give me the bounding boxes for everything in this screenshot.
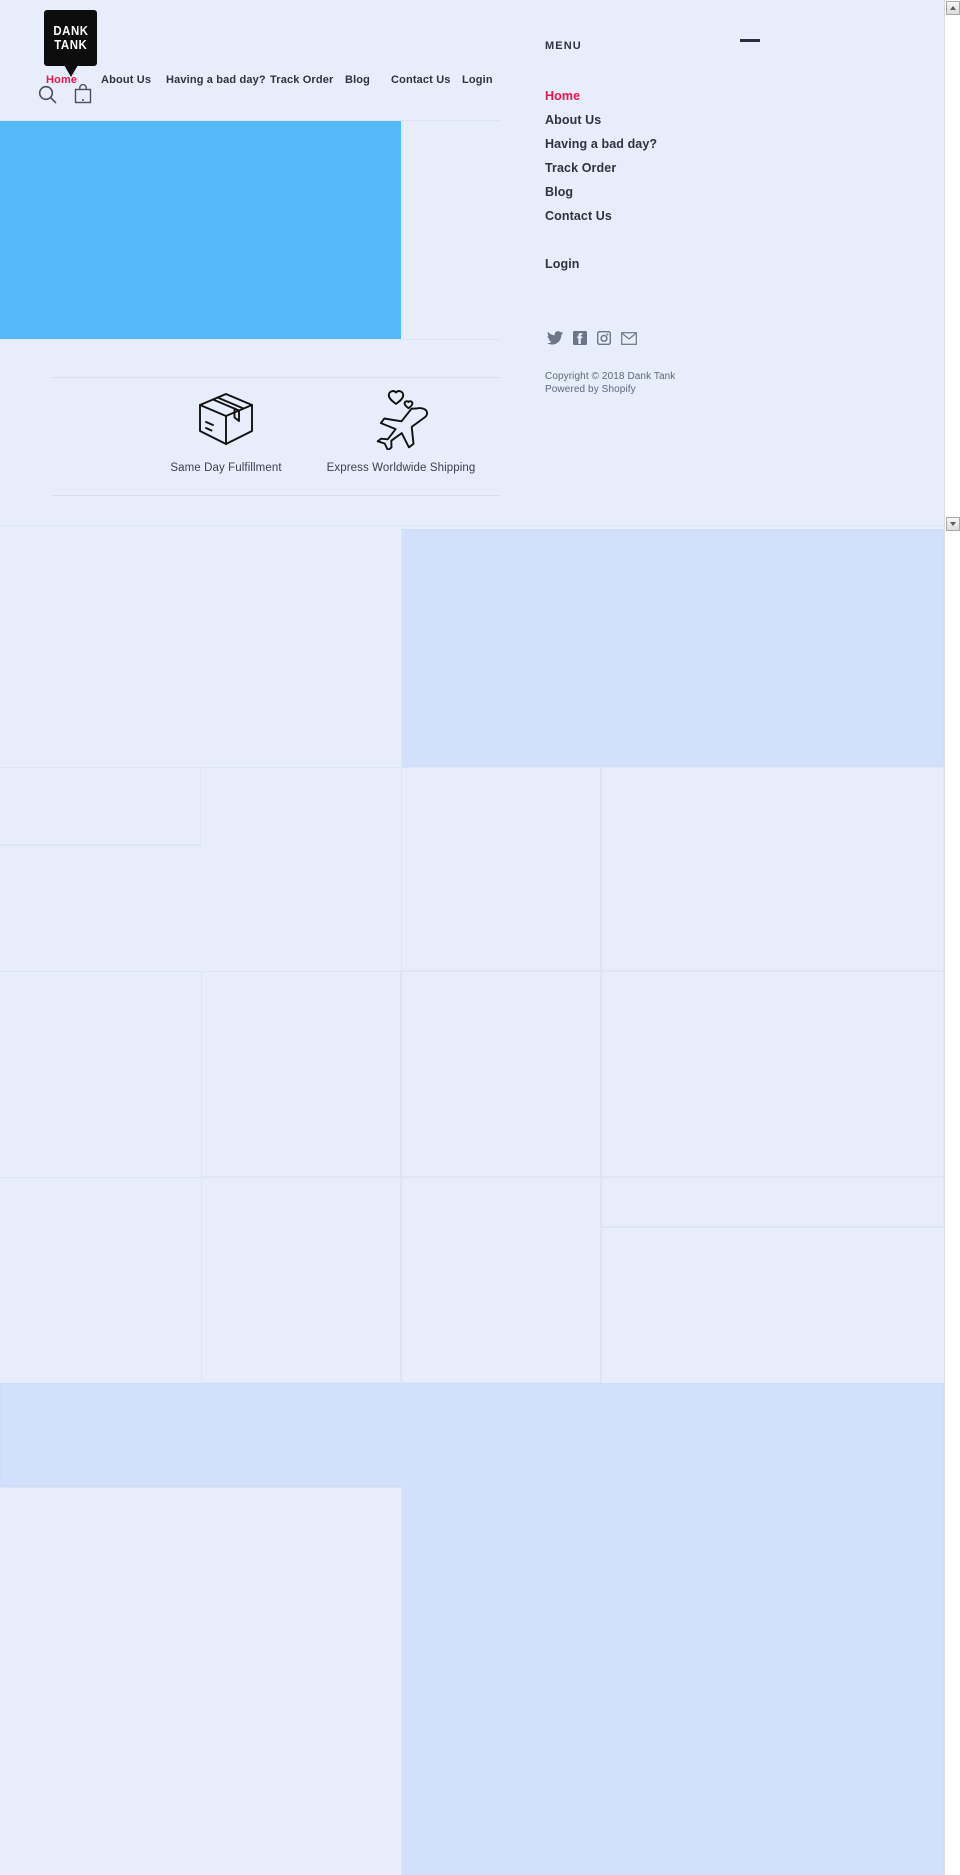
grid-line-v-3: [601, 767, 602, 1383]
placeholder-block-blue-upper-right: [401, 529, 944, 767]
menu-item-home[interactable]: Home: [545, 84, 785, 108]
placeholder-tile-f: [601, 971, 944, 1177]
grid-line-v-2: [401, 525, 402, 1875]
topnav-item-blog[interactable]: Blog: [345, 74, 370, 86]
page-root: DANK TANK Home About Us Having a bad day? T…: [0, 0, 960, 1875]
grid-line-h-8: [0, 1487, 401, 1488]
menu-panel-navigation: Home About Us Having a bad day? Track Order…: [545, 84, 785, 276]
vertical-scrollbar[interactable]: [944, 0, 960, 1875]
placeholder-tile-d: [201, 971, 401, 1177]
email-icon[interactable]: [621, 331, 637, 350]
placeholder-block-blue-lower-right: [401, 1383, 944, 1875]
shopping-bag-icon[interactable]: [74, 83, 92, 109]
grid-line-v-1: [201, 971, 202, 1383]
topnav-item-having-a-bad-day[interactable]: Having a bad day?: [166, 74, 266, 86]
placeholder-block-bottom-left: [0, 1487, 401, 1875]
menu-item-contact-us[interactable]: Contact Us: [545, 204, 785, 228]
placeholder-tile-e: [401, 971, 601, 1177]
menu-item-track-order[interactable]: Track Order: [545, 156, 785, 180]
topnav-item-about-us[interactable]: About Us: [101, 74, 151, 86]
logo-line-1: DANK: [52, 23, 89, 39]
grid-line-h-1: [0, 525, 944, 526]
grid-line-h-6: [601, 1227, 944, 1228]
grid-line-h-3: [0, 845, 201, 846]
browser-viewport: DANK TANK Home About Us Having a bad day? T…: [0, 0, 944, 1875]
menu-item-blog[interactable]: Blog: [545, 180, 785, 204]
site-logo[interactable]: DANK TANK: [44, 10, 97, 77]
menu-item-about-us[interactable]: About Us: [545, 108, 785, 132]
social-links: [547, 330, 637, 350]
hero-banner-image[interactable]: [0, 121, 401, 339]
logo-line-2: TANK: [53, 37, 88, 52]
menu-heading: MENU: [545, 40, 582, 52]
powered-by-text: Powered by Shopify: [545, 384, 636, 395]
topnav-item-contact-us[interactable]: Contact Us: [391, 74, 451, 86]
topnav-item-track-order[interactable]: Track Order: [270, 74, 333, 86]
placeholder-tile-i: [601, 1177, 944, 1227]
instagram-icon[interactable]: [596, 330, 612, 350]
placeholder-tile-a: [0, 767, 201, 845]
placeholder-tile-b: [401, 767, 601, 971]
menu-item-having-a-bad-day[interactable]: Having a bad day?: [545, 132, 785, 156]
facebook-icon[interactable]: [573, 331, 587, 350]
search-icon[interactable]: [38, 85, 57, 109]
menu-item-login[interactable]: Login: [545, 252, 785, 276]
footer-copyright: Copyright © 2018 Dank Tank Powered by Sh…: [545, 370, 795, 396]
placeholder-tile-c: [601, 767, 944, 971]
placeholder-tile-g: [201, 1177, 401, 1383]
scroll-up-arrow-icon[interactable]: [946, 1, 960, 15]
placeholder-block-blue-lower-left: [0, 1383, 401, 1487]
scroll-down-arrow-icon[interactable]: [946, 517, 960, 531]
mobile-menu-panel: MENU Home About Us Having a bad day? Track …: [501, 0, 803, 525]
header-icon-row: [38, 83, 92, 109]
scrollbar-track[interactable]: [946, 16, 960, 516]
minimize-bar-icon[interactable]: [740, 39, 760, 42]
topnav-item-login[interactable]: Login: [462, 74, 493, 86]
placeholder-block-left-upper: [0, 525, 401, 768]
copyright-text: Copyright © 2018 Dank Tank: [545, 371, 676, 382]
twitter-icon[interactable]: [547, 331, 563, 350]
placeholder-tile-h: [401, 1177, 601, 1383]
